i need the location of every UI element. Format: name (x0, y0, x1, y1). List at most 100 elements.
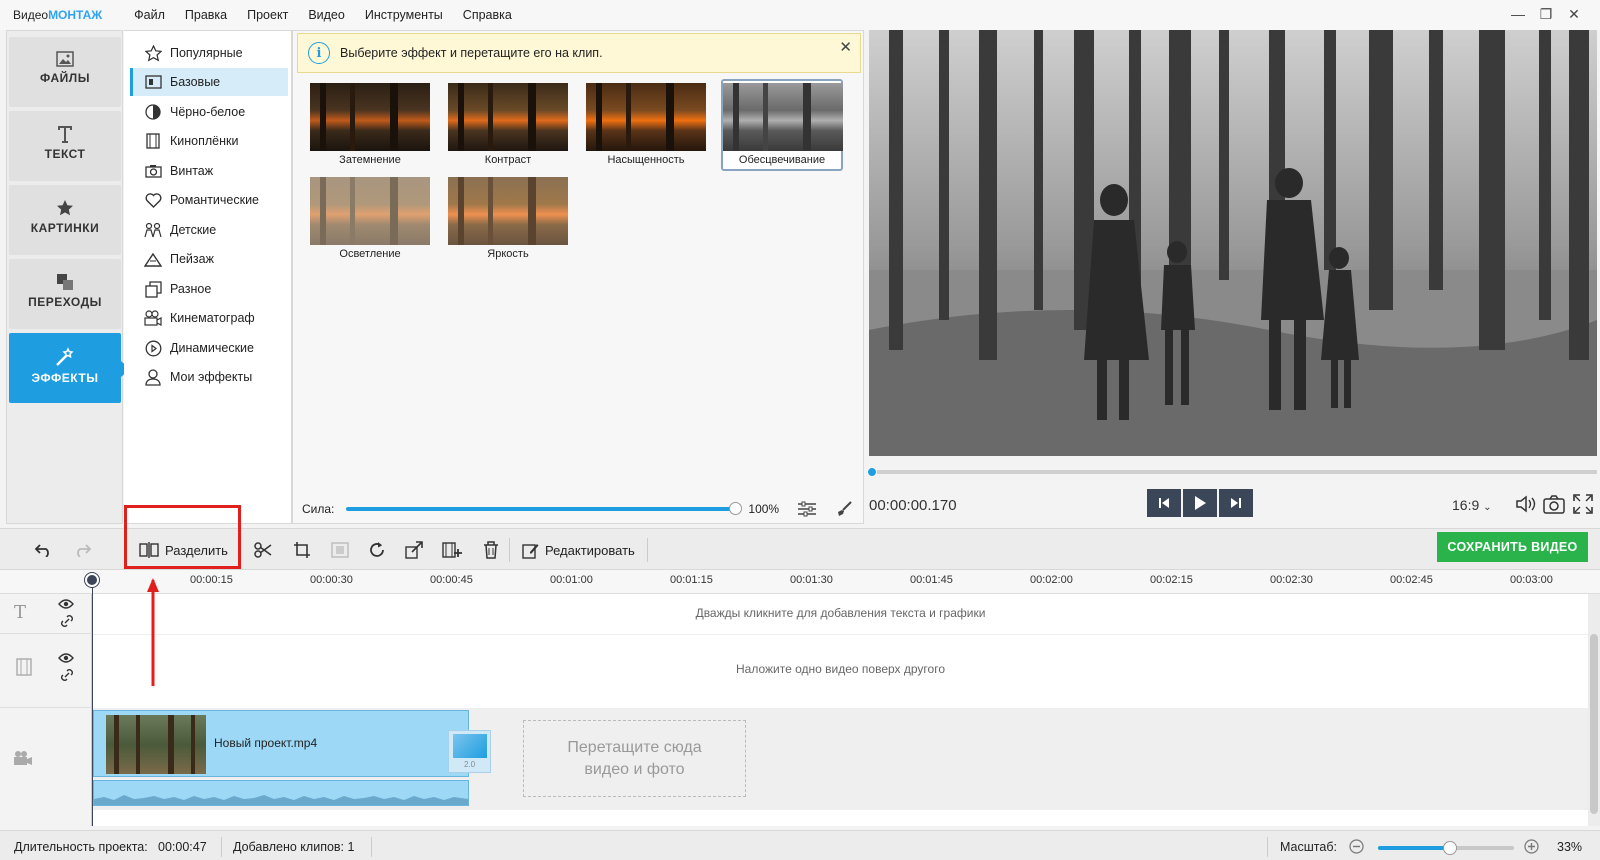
bw-icon (145, 104, 161, 120)
link-icon[interactable] (60, 668, 74, 682)
close-icon[interactable]: ✕ (839, 38, 852, 56)
category-bw[interactable]: Чёрно-белое (130, 98, 288, 126)
category-my-effects[interactable]: Мои эффекты (130, 363, 288, 391)
timeline-ruler[interactable]: 00:00:15 00:00:30 00:00:45 00:01:00 00:0… (0, 570, 1600, 594)
effect-brightness[interactable]: Яркость (447, 177, 569, 269)
category-misc[interactable]: Разное (130, 275, 288, 303)
eye-icon[interactable] (58, 652, 74, 664)
add-clip-button[interactable] (442, 538, 462, 562)
chevron-down-icon: ⌄ (1483, 502, 1492, 513)
category-popular[interactable]: Популярные (130, 39, 288, 67)
clips-count: Добавлено клипов: 1 (233, 840, 355, 854)
edit-button[interactable]: Редактировать (522, 538, 635, 562)
preview-timecode: 00:00:00.170 (869, 497, 957, 514)
menu-project[interactable]: Проект (247, 8, 288, 22)
menu-video[interactable]: Видео (308, 8, 345, 22)
menu-edit[interactable]: Правка (185, 8, 227, 22)
camera-icon (144, 165, 162, 178)
cut-button[interactable] (254, 538, 272, 562)
category-landscape[interactable]: Пейзаж (130, 245, 288, 273)
fullscreen-icon[interactable] (1573, 494, 1593, 517)
progress-handle[interactable] (867, 467, 877, 477)
ruler-label: 00:03:00 (1510, 574, 1553, 586)
star-icon (57, 200, 73, 216)
strength-slider-knob[interactable] (729, 502, 743, 515)
redo-button[interactable] (72, 538, 92, 562)
category-kids[interactable]: Детские (130, 216, 288, 244)
adjust-settings-icon[interactable] (797, 500, 817, 518)
media-drop-zone[interactable]: Перетащите сюда видео и фото (523, 720, 746, 797)
effect-contrast[interactable]: Контраст (447, 83, 569, 175)
minimize-button[interactable]: — (1504, 6, 1532, 23)
audio-waveform[interactable] (93, 780, 469, 806)
brush-icon[interactable] (835, 500, 853, 518)
duration-label: Длительность проекта: (14, 840, 148, 854)
mask-button[interactable] (331, 538, 349, 562)
effect-desaturate[interactable]: Обесцвечивание (721, 79, 843, 171)
speed-button[interactable] (405, 538, 423, 562)
menu-help[interactable]: Справка (463, 8, 512, 22)
misc-icon (144, 280, 162, 298)
timeline-scrollbar[interactable] (1588, 594, 1600, 826)
category-film[interactable]: Киноплёнки (130, 127, 288, 155)
nav-files[interactable]: ФАЙЛЫ (9, 37, 121, 107)
preview-progress[interactable] (867, 467, 1597, 477)
category-basic[interactable]: Базовые (130, 68, 288, 96)
strength-slider[interactable] (346, 502, 743, 515)
effect-thumbnail (310, 177, 430, 245)
nav-transitions[interactable]: ПЕРЕХОДЫ (9, 259, 121, 329)
crop-icon (294, 542, 310, 558)
transition-marker[interactable]: 2.0 (448, 730, 491, 773)
eye-icon[interactable] (58, 598, 74, 610)
overlay-track-hint[interactable]: Наложите одно видео поверх другого (93, 662, 1588, 676)
category-cinematograph[interactable]: Кинематограф (130, 304, 288, 332)
zoom-slider-knob[interactable] (1443, 841, 1457, 855)
aspect-ratio-select[interactable]: 16:9 ⌄ (1452, 497, 1492, 513)
rotate-button[interactable] (368, 538, 386, 562)
snapshot-icon[interactable] (1543, 494, 1565, 517)
delete-button[interactable] (483, 538, 499, 562)
category-dynamic[interactable]: Динамические (130, 334, 288, 362)
link-icon[interactable] (60, 614, 74, 628)
play-button[interactable] (1183, 489, 1217, 517)
zoom-slider-fill (1378, 846, 1450, 850)
save-video-button[interactable]: СОХРАНИТЬ ВИДЕО (1437, 532, 1588, 562)
crop-button[interactable] (293, 538, 311, 562)
nav-effects[interactable]: ЭФФЕКТЫ (9, 333, 130, 403)
image-icon (56, 51, 74, 67)
scrollbar-thumb[interactable] (1590, 634, 1598, 814)
effects-wand-icon (56, 347, 74, 366)
category-romantic[interactable]: Романтические (130, 186, 288, 214)
next-button[interactable] (1219, 489, 1253, 517)
restore-button[interactable]: ❐ (1532, 6, 1560, 23)
nav-pictures[interactable]: КАРТИНКИ (9, 185, 121, 255)
undo-icon (34, 544, 49, 557)
menu-tools[interactable]: Инструменты (365, 8, 443, 22)
star-outline-icon (144, 44, 162, 61)
menu-file[interactable]: Файл (134, 8, 165, 22)
close-window-button[interactable]: ✕ (1560, 6, 1588, 23)
menu-bar: ВидеоМОНТАЖ Файл Правка Проект Видео Инс… (0, 0, 1600, 30)
zoom-in-icon[interactable] (1524, 839, 1539, 854)
prev-button[interactable] (1147, 489, 1181, 517)
effect-lighten[interactable]: Осветление (309, 177, 431, 269)
edit-icon (522, 543, 539, 559)
video-clip[interactable]: Новый проект.mp4 2.0 (93, 710, 491, 777)
nav-text[interactable]: ТЕКСТ (9, 111, 121, 181)
ruler-label: 00:00:15 (190, 574, 233, 586)
category-vintage[interactable]: Винтаж (130, 157, 288, 185)
rotate-icon (370, 542, 384, 557)
volume-icon[interactable] (1515, 494, 1537, 517)
text-track-hint[interactable]: Дважды кликните для добавления текста и … (93, 606, 1588, 620)
movie-camera-icon (144, 310, 162, 326)
mountain-icon (144, 252, 162, 267)
zoom-out-icon[interactable] (1349, 839, 1364, 854)
undo-button[interactable] (34, 538, 54, 562)
video-preview[interactable] (869, 30, 1597, 456)
playhead-handle[interactable] (85, 573, 99, 587)
effect-darken[interactable]: Затемнение (309, 83, 431, 175)
clip-name: Новый проект.mp4 (214, 736, 318, 750)
kids-icon (144, 222, 162, 238)
effect-saturation[interactable]: Насыщенность (585, 83, 707, 175)
ruler-label: 00:02:45 (1390, 574, 1433, 586)
